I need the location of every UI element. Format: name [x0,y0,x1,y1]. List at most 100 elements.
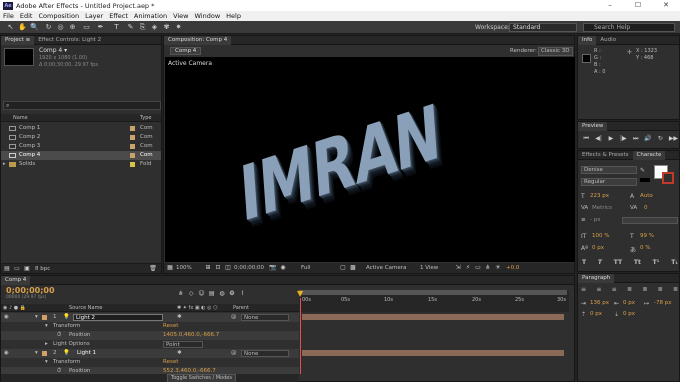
menu-layer[interactable]: Layer [85,12,103,20]
subscript-button[interactable]: T₁ [671,259,678,266]
eyedropper-icon[interactable]: ✎ [640,167,645,174]
layer-label-swatch[interactable] [42,351,47,356]
fast-previews-icon[interactable]: ⚡ [464,264,472,272]
region-of-interest-icon[interactable]: ▢ [339,264,347,272]
stroke-width-value[interactable]: - px [590,217,600,223]
menu-animation[interactable]: Animation [134,12,167,20]
parent-select[interactable]: None [241,350,289,357]
close-button[interactable]: ✕ [652,0,680,11]
frame-blending-icon[interactable]: ▤ [208,290,216,298]
bit-depth-button[interactable]: 8 bpc [35,265,50,273]
table-row-group[interactable]: ▾ Transform Reset [1,322,299,331]
tab-info[interactable]: Info [578,35,597,45]
align-right-icon[interactable]: ≡ [612,286,617,293]
puppet-tool-icon[interactable]: ✷ [174,23,183,32]
faux-bold-button[interactable]: T [582,259,586,266]
label-color-swatch[interactable] [130,135,135,140]
expand-arrow-icon[interactable]: ▸ [3,160,6,169]
zoom-select[interactable]: 100% [176,264,192,272]
stroke-color-swatch[interactable] [662,172,674,184]
expand-arrow-icon[interactable]: ▾ [35,349,38,358]
list-item-selected[interactable]: Comp 4 Com [1,151,161,160]
black-swatch[interactable] [640,178,650,182]
comp-breadcrumb[interactable]: Comp 4 [170,47,202,55]
faux-italic-button[interactable]: T [598,259,602,266]
clone-stamp-tool-icon[interactable]: ⎘ [138,23,147,32]
menu-help[interactable]: Help [226,12,241,20]
renderer-select[interactable]: Classic 3D [538,47,573,56]
view-layout-select[interactable]: 1 View [420,264,438,272]
snapshot-icon[interactable]: 📷 [269,264,277,272]
pen-tool-icon[interactable]: ✒ [96,23,105,32]
menu-composition[interactable]: Composition [38,12,79,20]
reset-link[interactable]: Reset [163,322,178,331]
tab-audio[interactable]: Audio [596,36,620,45]
font-family-select[interactable]: Denise [581,166,637,174]
label-color-swatch[interactable] [130,126,135,131]
layer-switch-icon[interactable]: ✱ [177,313,182,322]
selection-tool-icon[interactable]: ↖ [6,23,15,32]
grid-icon[interactable]: ⊡ [214,264,222,272]
first-frame-icon[interactable]: ⏮ [582,135,590,143]
audio-icon[interactable]: 🔊 [644,135,652,143]
menu-view[interactable]: View [173,12,188,20]
previous-frame-icon[interactable]: ◀| [595,135,603,143]
text-tool-icon[interactable]: T [112,23,121,32]
tab-preview[interactable]: Preview [578,121,608,131]
layer-duration-bar[interactable] [302,350,564,356]
rotation-tool-icon[interactable]: ↻ [44,23,53,32]
layer-duration-bar[interactable] [302,314,564,320]
expand-arrow-icon[interactable]: ▾ [45,358,48,367]
current-time-display[interactable]: 0;00;00;00 [6,286,55,295]
tsume-value[interactable]: 0 % [640,245,650,251]
table-row-group[interactable]: ▾ Transform Reset [1,358,299,367]
indent-right-value[interactable]: 0 px [623,300,635,306]
all-caps-button[interactable]: TT [614,259,622,266]
hand-tool-icon[interactable]: ✋ [18,23,27,32]
stroke-style-select[interactable] [622,217,678,224]
kerning-value[interactable]: Metrics [592,205,612,211]
layer-switch-icon[interactable]: ✱ [177,349,182,358]
orbit-camera-tool-icon[interactable]: ◎ [56,23,65,32]
col-name-header[interactable]: Name [13,114,28,122]
table-row-property[interactable]: ⏱ Position 1405.0,460.0,-666.7 [1,331,299,340]
mask-visibility-icon[interactable]: ◫ [224,264,232,272]
work-area-bar[interactable] [299,290,567,295]
zoom-tool-icon[interactable]: 🔍 [30,23,39,32]
menu-edit[interactable]: Edit [20,12,33,20]
next-frame-icon[interactable]: |▶ [619,135,627,143]
baseline-shift-value[interactable]: 0 px [592,245,604,251]
justify-right-icon[interactable]: ≣ [658,286,663,293]
indent-left-value[interactable]: 136 px [590,300,609,306]
tab-project[interactable]: Project ≡ [1,35,35,45]
menu-window[interactable]: Window [195,12,221,20]
brush-tool-icon[interactable]: ✎ [126,23,135,32]
list-item[interactable]: Comp 3 Com [1,142,161,151]
reset-exposure-icon[interactable]: ☀ [494,264,502,272]
expand-arrow-icon[interactable]: ▾ [35,313,38,322]
col-type-header[interactable]: Type [140,114,151,122]
toggle-pixel-aspect-icon[interactable]: ⇲ [454,264,462,272]
light-type-select[interactable]: Point [163,341,203,348]
position-value[interactable]: 1405.0,460.0,-666.7 [163,331,219,340]
justify-left-icon[interactable]: ≣ [627,286,632,293]
always-preview-icon[interactable]: ▦ [166,264,174,272]
eye-icon[interactable]: ◉ [4,313,9,322]
time-ruler[interactable]: 00s 05s 10s 15s 20s 25s 30s [299,290,569,312]
safe-margins-icon[interactable]: ⊞ [204,264,212,272]
table-row-layer[interactable]: ◉ ▾ 2 💡 Light 1 ✱ @ None [1,349,299,358]
ram-preview-icon[interactable]: ▶▶ [669,135,678,143]
show-channel-icon[interactable]: ◉ [279,264,287,272]
pan-behind-tool-icon[interactable]: ⊕ [68,23,77,32]
tab-paragraph[interactable]: Paragraph [578,273,615,283]
comp-viewer[interactable]: Active Camera I M R A N [165,57,575,262]
loop-icon[interactable]: ↻ [656,135,664,143]
space-before-value[interactable]: 0 px [590,311,602,317]
interpret-footage-icon[interactable]: ▤ [3,265,11,273]
transparency-grid-icon[interactable]: ▩ [349,264,357,272]
parent-header[interactable]: Parent [233,304,249,312]
list-item[interactable]: Comp 2 Com [1,133,161,142]
superscript-button[interactable]: T¹ [653,259,660,266]
motion-blur-icon[interactable]: ◍ [218,290,226,298]
minimize-button[interactable]: – [596,0,624,11]
